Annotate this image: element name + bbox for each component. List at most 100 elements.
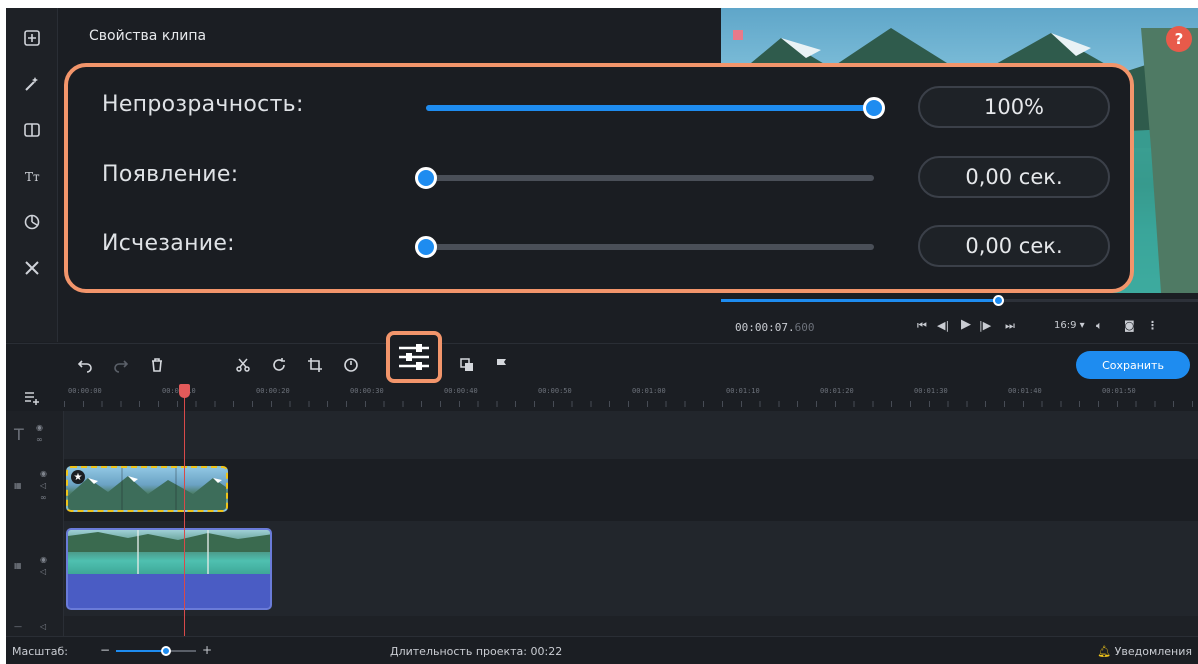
audio-icon[interactable]: ◁ <box>40 481 46 490</box>
step-back-icon[interactable]: ◀︎| <box>937 319 949 332</box>
zoom-slider[interactable] <box>116 646 196 656</box>
zoom-label: Масштаб: <box>12 645 68 658</box>
skip-end-icon[interactable]: ⏭ <box>1005 319 1015 333</box>
transitions-icon[interactable] <box>18 116 46 144</box>
playhead[interactable] <box>179 384 190 398</box>
ruler-tick-label: 00:01:30 <box>914 387 948 395</box>
ruler-tick-label: 00:01:20 <box>820 387 854 395</box>
playhead-line <box>184 388 185 636</box>
marker-flag-icon[interactable] <box>490 354 512 376</box>
audio-track-icon: — <box>14 622 22 631</box>
zoom-in-icon[interactable]: + <box>202 643 212 657</box>
video-editor-window: Tт Свойства клипа ? Непрозрачность: 100%… <box>6 8 1198 664</box>
main-video-clip[interactable] <box>66 528 272 574</box>
project-duration: Длительность проекта: 00:22 <box>390 645 563 658</box>
player-controls: 00:00:07.600 ⏮ ◀︎| ▶ |▶︎ ⏭ 16:9 ▾ 🔈︎ ◙ ⋮ <box>721 293 1198 343</box>
ruler-tick-label: 00:01:00 <box>632 387 666 395</box>
audio-clip[interactable] <box>66 574 272 610</box>
link-icon[interactable]: ∞ <box>36 435 43 444</box>
visibility-icon[interactable]: ◉ <box>36 423 43 432</box>
ruler-tick-label: 00:01:50 <box>1102 387 1136 395</box>
skip-start-icon[interactable]: ⏮ <box>917 319 927 333</box>
audio-icon[interactable]: ◁ <box>40 622 46 631</box>
zoom-slider-fill <box>116 650 166 652</box>
fade-out-label: Исчезание: <box>102 231 235 256</box>
timecode: 00:00:07.600 <box>735 321 814 334</box>
fade-out-slider[interactable] <box>415 236 874 258</box>
more-options-icon[interactable]: ⋮ <box>1147 319 1158 332</box>
sliders-icon <box>399 344 429 370</box>
ruler-tick-label: 00:00:30 <box>350 387 384 395</box>
undo-icon[interactable] <box>74 354 96 376</box>
timeline-ruler[interactable]: 00:00:0000:00:1000:00:2000:00:3000:00:40… <box>64 385 1198 411</box>
magic-wand-icon[interactable] <box>18 70 46 98</box>
notifications-link[interactable]: 🔔︎ Уведомления <box>1097 645 1192 658</box>
speed-icon[interactable] <box>340 354 362 376</box>
titles-icon[interactable]: Tт <box>18 162 46 190</box>
star-icon: ★ <box>71 470 85 484</box>
step-forward-icon[interactable]: |▶︎ <box>979 319 991 332</box>
play-icon[interactable]: ▶ <box>961 317 971 332</box>
main-video-clip-thumbnails <box>68 530 270 574</box>
crop-icon[interactable] <box>304 354 326 376</box>
opacity-slider-fill <box>426 105 874 111</box>
snapshot-icon[interactable]: ◙ <box>1124 319 1135 332</box>
ruler-ticks <box>64 401 1198 407</box>
clip-properties-button[interactable] <box>386 331 442 383</box>
fade-out-value-field[interactable]: 0,00 сек. <box>918 225 1110 267</box>
save-button[interactable]: Сохранить <box>1076 351 1190 379</box>
fade-in-slider-thumb[interactable] <box>415 167 437 189</box>
timecode-main: 00:00:07. <box>735 321 795 334</box>
opacity-slider[interactable] <box>426 97 885 119</box>
status-bar: Масштаб: − + Длительность проекта: 00:22… <box>6 636 1198 664</box>
aspect-ratio-select[interactable]: 16:9 ▾ <box>1054 320 1085 331</box>
overlay-icon[interactable] <box>456 354 478 376</box>
redo-icon[interactable] <box>110 354 132 376</box>
delete-icon[interactable] <box>146 354 168 376</box>
fade-in-row: Появление: 0,00 сек. <box>68 152 1130 202</box>
ruler-tick-label: 00:00:50 <box>538 387 572 395</box>
opacity-value-field[interactable]: 100% <box>918 86 1110 128</box>
text-track-header: T ◉ ∞ <box>6 411 64 459</box>
rotate-icon[interactable] <box>268 354 290 376</box>
visibility-icon[interactable]: ◉ <box>40 555 47 564</box>
overlay-track-header: ▦ ◉ ◁ ∞ <box>6 459 64 521</box>
opacity-row: Непрозрачность: 100% <box>68 82 1130 132</box>
volume-icon[interactable]: 🔈︎ <box>1096 319 1103 333</box>
overlay-track-icon: ▦ <box>14 481 22 490</box>
visibility-icon[interactable]: ◉ <box>40 469 47 478</box>
tools-icon[interactable] <box>18 254 46 282</box>
fade-in-label: Появление: <box>102 162 239 187</box>
zoom-slider-thumb[interactable] <box>160 646 171 656</box>
ruler-tick-label: 00:01:40 <box>1008 387 1042 395</box>
text-track[interactable] <box>64 411 1198 459</box>
opacity-slider-thumb[interactable] <box>863 97 885 119</box>
playback-progress-fill <box>721 299 998 302</box>
main-track-header: ▦ ◉ ◁ <box>6 521 64 616</box>
timecode-ms: 600 <box>794 321 815 334</box>
opacity-label: Непрозрачность: <box>102 92 304 117</box>
add-track-icon[interactable] <box>24 390 40 409</box>
playback-progress[interactable] <box>721 295 1198 306</box>
clip-properties-panel: Непрозрачность: 100% Появление: 0,00 сек… <box>64 63 1134 293</box>
main-track-icon: ▦ <box>14 561 22 570</box>
fade-in-slider[interactable] <box>415 167 874 189</box>
fade-in-value-field[interactable]: 0,00 сек. <box>918 156 1110 198</box>
bell-icon: 🔔︎ <box>1097 645 1112 658</box>
import-icon[interactable] <box>18 24 46 52</box>
notifications-label: Уведомления <box>1114 645 1192 658</box>
audio-icon[interactable]: ◁ <box>40 567 46 576</box>
cut-icon[interactable] <box>232 354 254 376</box>
link-icon[interactable]: ∞ <box>40 493 47 502</box>
text-track-icon: T <box>14 425 24 444</box>
help-button[interactable]: ? <box>1166 26 1192 52</box>
audio-track[interactable] <box>64 616 1198 636</box>
playback-progress-thumb[interactable] <box>992 295 1004 306</box>
stickers-icon[interactable] <box>18 208 46 236</box>
overlay-clip[interactable]: ★ <box>66 466 228 512</box>
fade-out-slider-thumb[interactable] <box>415 236 437 258</box>
ruler-tick-label: 00:00:00 <box>68 387 102 395</box>
side-toolbar: Tт <box>6 8 58 342</box>
zoom-out-icon[interactable]: − <box>100 643 110 657</box>
overlay-track[interactable] <box>64 459 1198 521</box>
